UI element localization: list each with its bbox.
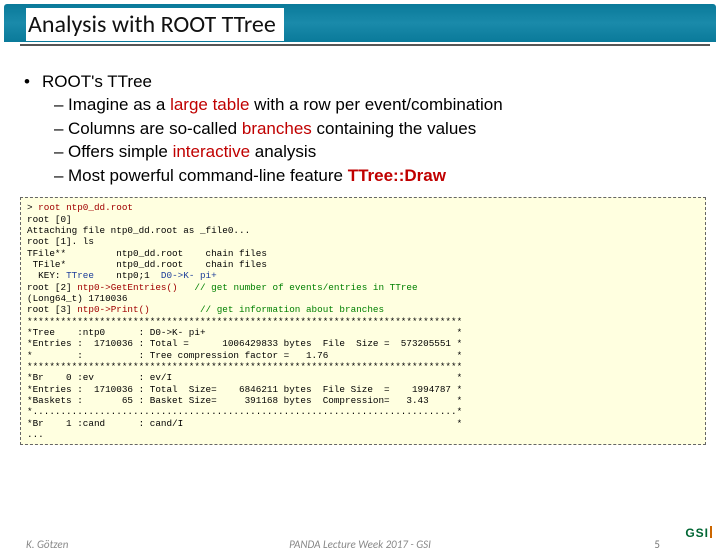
c: root ntp0_dd.root — [38, 202, 133, 213]
c: ****************************************… — [27, 361, 462, 372]
t: Columns are so-called — [68, 119, 242, 138]
t-red: large table — [170, 95, 249, 114]
c: *Tree :ntp0 : D0->K- pi+ * — [27, 327, 462, 338]
sub-bullet: – Columns are so-called branches contain… — [24, 117, 706, 140]
c: *Entries : 1710036 : Total = 1006429833 … — [27, 338, 462, 349]
c: TFile** ntp0_dd.root chain files — [27, 248, 267, 259]
c: *.......................................… — [27, 406, 462, 417]
c: // get number of events/entries in TTree — [178, 282, 418, 293]
c: > — [27, 202, 38, 213]
c: root [1]. ls — [27, 236, 94, 247]
dash-icon: – — [54, 117, 68, 140]
t: Offers simple — [68, 142, 173, 161]
code-block: > root ntp0_dd.root root [0] Attaching f… — [20, 197, 706, 445]
c: ****************************************… — [27, 316, 462, 327]
sub-text: Columns are so-called branches containin… — [68, 117, 476, 140]
c: KEY: — [27, 270, 66, 281]
c: TTree — [66, 270, 94, 281]
slide-title: Analysis with ROOT TTree — [26, 8, 284, 41]
t: Most powerful command-line feature — [68, 166, 348, 185]
t: Imagine as a — [68, 95, 170, 114]
dash-icon: – — [54, 140, 68, 163]
t-red: interactive — [173, 142, 250, 161]
logo-text: GSI — [685, 526, 709, 540]
bullet-dot: • — [24, 70, 42, 93]
t: with a row per event/combination — [249, 95, 502, 114]
c: ntp0->GetEntries() — [77, 282, 177, 293]
c: (Long64_t) 1710036 — [27, 293, 127, 304]
title-underline — [20, 44, 710, 46]
bullet-main-text: ROOT's TTree — [42, 70, 152, 93]
c: ntp0->Print() — [77, 304, 150, 315]
sub-bullet: – Most powerful command-line feature TTr… — [24, 164, 706, 187]
t-red-bold: TTree::Draw — [348, 166, 446, 185]
c: *Br 0 :ev : ev/I * — [27, 372, 462, 383]
content-area: • ROOT's TTree – Imagine as a large tabl… — [0, 58, 720, 187]
logo-bar-icon — [710, 526, 712, 538]
sub-text: Imagine as a large table with a row per … — [68, 93, 503, 116]
c: TFile* ntp0_dd.root chain files — [27, 259, 267, 270]
t: containing the values — [312, 119, 476, 138]
gsi-logo: GSI — [685, 526, 712, 540]
c: *Br 1 :cand : cand/I * — [27, 418, 462, 429]
c: Attaching file ntp0_dd.root as _file0... — [27, 225, 250, 236]
sub-bullet: – Imagine as a large table with a row pe… — [24, 93, 706, 116]
c: ntp0;1 — [94, 270, 161, 281]
c: root [3] — [27, 304, 77, 315]
c: *Entries : 1710036 : Total Size= 6846211… — [27, 384, 462, 395]
c: // get information about branches — [150, 304, 384, 315]
t-red: branches — [242, 119, 312, 138]
c: root [2] — [27, 282, 77, 293]
c: ... — [27, 429, 44, 440]
c: *Baskets : 65 : Basket Size= 391168 byte… — [27, 395, 462, 406]
sub-text: Most powerful command-line feature TTree… — [68, 164, 446, 187]
bullet-main: • ROOT's TTree — [24, 70, 706, 93]
c: root [0] — [27, 214, 72, 225]
sub-text: Offers simple interactive analysis — [68, 140, 316, 163]
c: * : : Tree compression factor = 1.76 * — [27, 350, 462, 361]
t: analysis — [250, 142, 316, 161]
dash-icon: – — [54, 164, 68, 187]
dash-icon: – — [54, 93, 68, 116]
c: D0->K- pi+ — [161, 270, 217, 281]
sub-bullet: – Offers simple interactive analysis — [24, 140, 706, 163]
